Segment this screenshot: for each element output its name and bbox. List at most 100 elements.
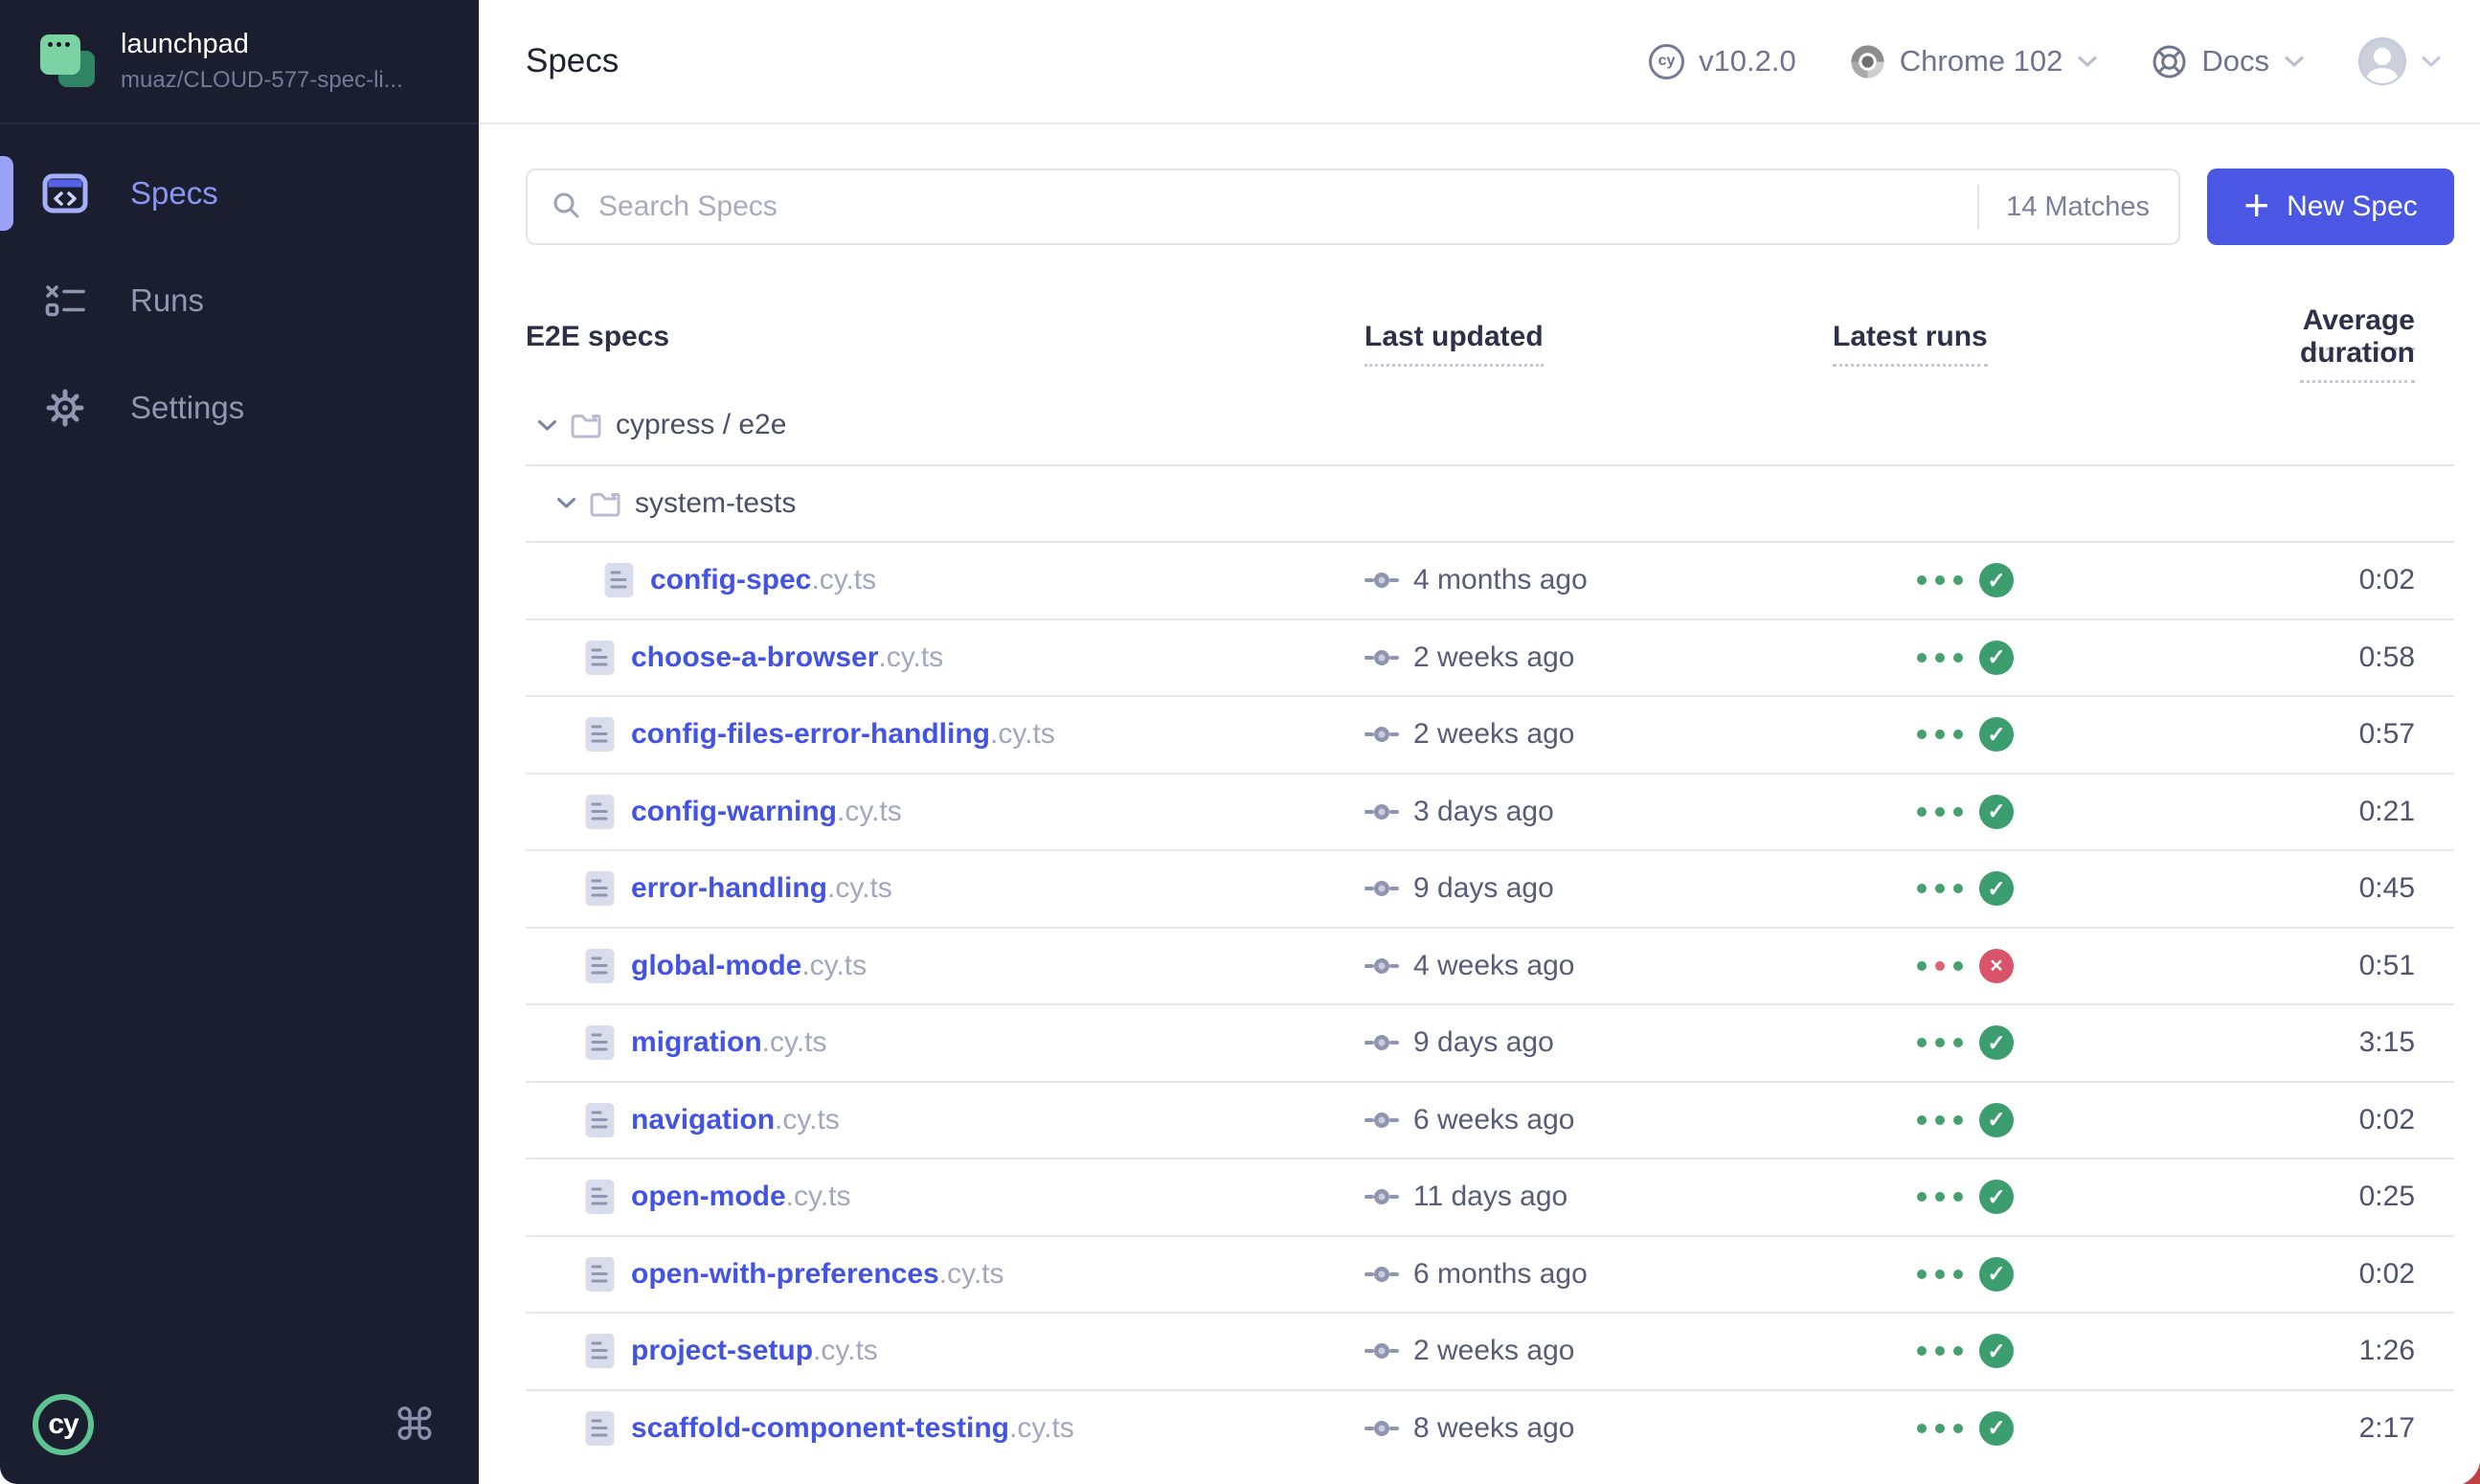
folder-icon: [570, 411, 602, 439]
folder-row[interactable]: system-tests: [526, 464, 2454, 542]
browser-label: Chrome 102: [1900, 44, 2063, 79]
spec-name[interactable]: config-spec: [650, 564, 811, 596]
main-panel: Specs cy v10.2.0 Chrome 102: [479, 0, 2480, 1484]
corner-wedge: [2463, 1462, 2480, 1484]
spec-row[interactable]: choose-a-browser.cy.ts 2 weeks ago ✓ 0:5…: [526, 618, 2454, 696]
active-indicator: [0, 156, 13, 231]
spec-name[interactable]: config-files-error-handling: [631, 718, 990, 751]
cypress-version-icon: cy: [1649, 44, 1684, 79]
column-e2e-specs: E2E specs: [526, 321, 1364, 353]
git-commit-icon: [1364, 1109, 1399, 1132]
run-status-icon: ✓: [1979, 795, 2014, 829]
docs-menu[interactable]: Docs: [2152, 44, 2305, 79]
spec-row[interactable]: project-setup.cy.ts 2 weeks ago ✓ 1:26: [526, 1312, 2454, 1389]
latest-runs-cell: ✓: [1833, 1103, 2206, 1137]
spec-duration: 0:51: [2206, 950, 2454, 982]
sidebar-item-settings[interactable]: Settings: [0, 354, 479, 461]
spec-row[interactable]: config-warning.cy.ts 3 days ago ✓ 0:21: [526, 773, 2454, 850]
spec-name[interactable]: project-setup: [631, 1335, 813, 1367]
version-menu[interactable]: cy v10.2.0: [1649, 44, 1796, 79]
spec-row[interactable]: config-files-error-handling.cy.ts 2 week…: [526, 695, 2454, 773]
run-status-icon: ✓: [1979, 1334, 2014, 1368]
spec-name[interactable]: open-mode: [631, 1180, 786, 1213]
column-average-duration[interactable]: Average duration: [2206, 304, 2454, 370]
spec-row[interactable]: global-mode.cy.ts 4 weeks ago × 0:51: [526, 927, 2454, 1004]
spec-file-icon: [584, 1332, 616, 1370]
run-dot: [1917, 1346, 1927, 1356]
latest-runs-cell: ✓: [1833, 1334, 2206, 1368]
spec-ext: .cy.ts: [939, 1258, 1004, 1291]
sidebar-item-specs[interactable]: Specs: [0, 140, 479, 247]
spec-name[interactable]: choose-a-browser: [631, 641, 878, 674]
search-icon: [551, 190, 581, 225]
version-label: v10.2.0: [1699, 44, 1796, 79]
spec-updated: 9 days ago: [1413, 1026, 1554, 1059]
run-dot: [1953, 1424, 1963, 1433]
git-commit-icon: [1364, 1031, 1399, 1054]
spec-updated: 6 weeks ago: [1413, 1104, 1574, 1136]
spec-row[interactable]: scaffold-component-testing.cy.ts 8 weeks…: [526, 1389, 2454, 1467]
spec-name[interactable]: config-warning: [631, 796, 837, 828]
git-commit-icon: [1364, 1185, 1399, 1208]
run-dot: [1917, 1192, 1927, 1202]
spec-duration: 1:26: [2206, 1335, 2454, 1367]
spec-ext: .cy.ts: [775, 1104, 840, 1136]
run-dot: [1935, 1192, 1945, 1202]
folder-name: cypress / e2e: [616, 409, 786, 441]
spec-name[interactable]: scaffold-component-testing: [631, 1412, 1009, 1445]
latest-runs-cell: ✓: [1833, 795, 2206, 829]
spec-duration: 0:45: [2206, 872, 2454, 905]
spec-ext: .cy.ts: [990, 718, 1055, 751]
folder-row[interactable]: cypress / e2e: [526, 387, 2454, 464]
folder-chevron-down-icon[interactable]: [556, 497, 576, 509]
git-commit-icon: [1364, 646, 1399, 669]
spec-row[interactable]: error-handling.cy.ts 9 days ago ✓ 0:45: [526, 849, 2454, 927]
search-box: 14 Matches: [526, 169, 2180, 245]
spec-name[interactable]: navigation: [631, 1104, 775, 1136]
run-dot: [1953, 1346, 1963, 1356]
run-dot: [1953, 1115, 1963, 1125]
run-dot: [1935, 730, 1945, 739]
spec-file-icon: [584, 715, 616, 753]
spec-file-icon: [584, 793, 616, 831]
page-title: Specs: [526, 42, 619, 80]
run-dot: [1953, 961, 1963, 971]
project-icon: [40, 33, 98, 90]
spec-updated: 2 weeks ago: [1413, 641, 1574, 674]
browser-menu[interactable]: Chrome 102: [1850, 44, 2099, 79]
spec-duration: 0:02: [2206, 564, 2454, 596]
spec-ext: .cy.ts: [1009, 1412, 1074, 1445]
run-dot: [1917, 961, 1927, 971]
spec-row[interactable]: migration.cy.ts 9 days ago ✓ 3:15: [526, 1003, 2454, 1081]
user-menu[interactable]: [2358, 37, 2442, 85]
spec-duration: 0:57: [2206, 718, 2454, 751]
project-switcher[interactable]: launchpad muaz/CLOUD-577-spec-li...: [0, 0, 479, 124]
spec-name[interactable]: global-mode: [631, 950, 801, 982]
keyboard-shortcuts-icon[interactable]: ⌘: [393, 1399, 437, 1450]
spec-file-icon: [584, 1023, 616, 1062]
run-dot: [1935, 807, 1945, 817]
run-status-icon: ✓: [1979, 563, 2014, 597]
latest-runs-cell: ✓: [1833, 871, 2206, 906]
spec-file-icon: [603, 561, 635, 599]
spec-updated: 2 weeks ago: [1413, 1335, 1574, 1367]
spec-row[interactable]: open-with-preferences.cy.ts 6 months ago…: [526, 1235, 2454, 1313]
spec-row[interactable]: open-mode.cy.ts 11 days ago ✓ 0:25: [526, 1158, 2454, 1235]
folder-chevron-down-icon[interactable]: [537, 419, 557, 432]
spec-name[interactable]: error-handling: [631, 872, 827, 905]
spec-name[interactable]: migration: [631, 1026, 762, 1059]
git-commit-icon: [1364, 1417, 1399, 1440]
spec-ext: .cy.ts: [837, 796, 902, 828]
search-input[interactable]: [598, 191, 1977, 223]
column-last-updated[interactable]: Last updated: [1364, 321, 1833, 353]
git-commit-icon: [1364, 1263, 1399, 1286]
spec-row[interactable]: navigation.cy.ts 6 weeks ago ✓ 0:02: [526, 1081, 2454, 1158]
spec-name[interactable]: open-with-preferences: [631, 1258, 939, 1291]
spec-file-icon: [584, 1255, 616, 1293]
spec-row[interactable]: config-spec.cy.ts 4 months ago ✓ 0:02: [526, 541, 2454, 618]
sidebar-item-runs[interactable]: Runs: [0, 247, 479, 354]
new-spec-button[interactable]: + New Spec: [2207, 169, 2454, 245]
column-latest-runs[interactable]: Latest runs: [1833, 321, 2206, 353]
spec-ext: .cy.ts: [786, 1180, 851, 1213]
table-header: E2E specs Last updated Latest runs Avera…: [526, 287, 2454, 387]
